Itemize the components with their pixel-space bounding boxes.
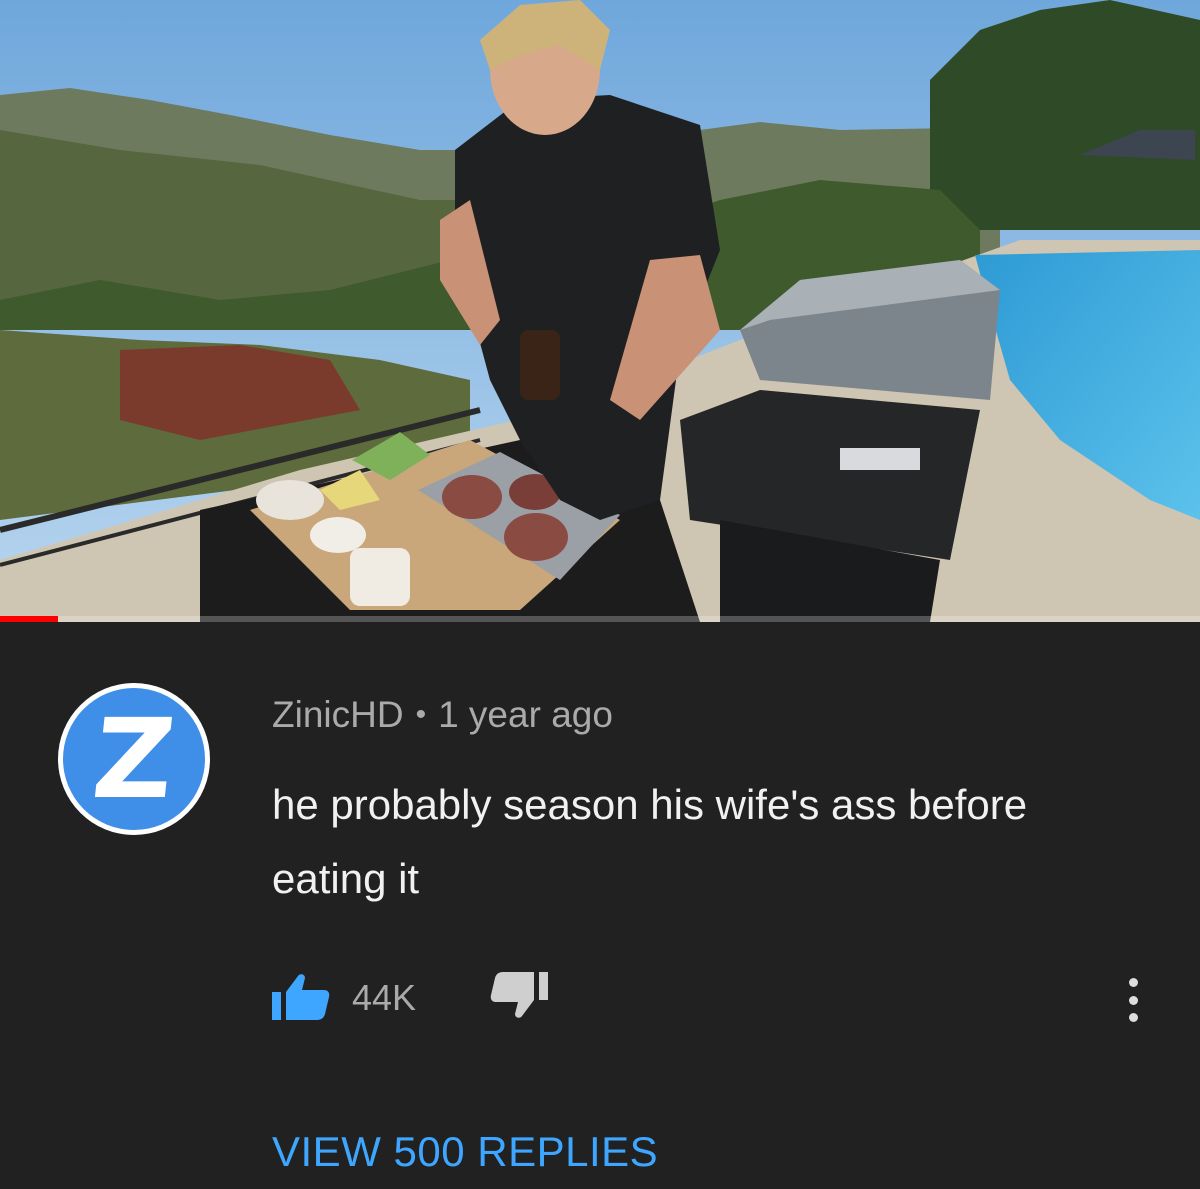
more-vertical-icon[interactable] [1118,972,1148,1028]
video-thumbnail[interactable] [0,0,1200,622]
thumbs-up-icon [272,972,330,1025]
like-count: 44K [352,977,417,1018]
meta-separator: • [415,698,427,731]
view-replies-button[interactable]: VIEW 500 REPLIES [272,1128,658,1176]
comment-meta: ZinicHD • 1 year ago [272,690,613,740]
video-frame-illustration [0,0,1200,622]
more-dot [1128,1013,1138,1022]
comment-actions: 44K [272,968,549,1028]
avatar-circle: Z [63,688,205,830]
more-dot [1128,995,1138,1005]
avatar-letter: Z [87,695,181,823]
avatar[interactable]: Z [58,683,210,835]
thumbs-down-icon [490,971,549,1025]
like-button[interactable]: 44K [272,972,416,1025]
dislike-button[interactable] [490,971,549,1025]
more-dot [1128,978,1138,987]
comment-text: he probably season his wife's ass before… [272,781,1028,902]
comment-author[interactable]: ZinicHD [272,694,404,736]
comment-timestamp[interactable]: 1 year ago [438,694,613,736]
